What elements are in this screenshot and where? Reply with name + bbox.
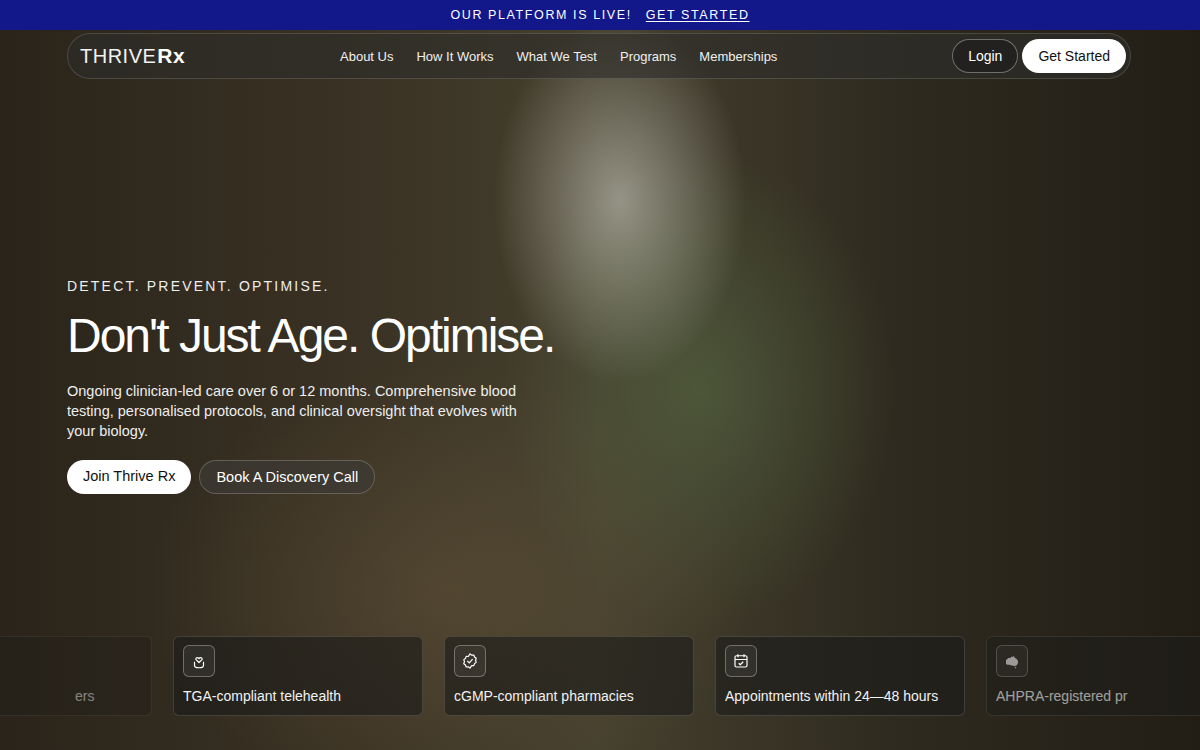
hero-buttons: Join Thrive RxBook A Discovery Call [67, 460, 1200, 494]
hand-heart-icon [183, 645, 215, 677]
nav-link[interactable]: Memberships [699, 49, 777, 64]
banner-text: OUR PLATFORM IS LIVE! [450, 8, 631, 22]
feature-card: cGMP-compliant pharmacies [444, 636, 694, 716]
feature-label: AHPRA-registered pr [996, 688, 1200, 704]
login-button[interactable]: Login [952, 39, 1018, 73]
nav-link[interactable]: Programs [620, 49, 676, 64]
banner-link[interactable]: GET STARTED [646, 8, 750, 22]
logo-word: THRIVE [80, 45, 156, 68]
hero-title: Don't Just Age. Optimise. [67, 308, 1200, 363]
get-started-button[interactable]: Get Started [1022, 39, 1126, 73]
feature-label: ers [75, 688, 142, 704]
feature-card: ers [0, 636, 152, 716]
nav-bar: THRIVERxAbout UsHow It WorksWhat We Test… [67, 33, 1131, 79]
hero-content: THRIVERxAbout UsHow It WorksWhat We Test… [0, 30, 1200, 750]
feature-label: Appointments within 24—48 hours [725, 688, 955, 704]
feature-card: TGA-compliant telehealth [173, 636, 423, 716]
feature-label: cGMP-compliant pharmacies [454, 688, 684, 704]
nav-buttons: LoginGet Started [952, 39, 1126, 73]
feature-card: Appointments within 24—48 hours [715, 636, 965, 716]
features-track: ers TGA-compliant telehealth cGMP-complian… [0, 636, 1200, 716]
announcement-banner: OUR PLATFORM IS LIVE! GET STARTED [0, 0, 1200, 30]
features-carousel: ers TGA-compliant telehealth cGMP-complian… [0, 636, 1200, 716]
hero-section: THRIVERxAbout UsHow It WorksWhat We Test… [0, 30, 1200, 750]
hero-body: Ongoing clinician-led care over 6 or 12 … [67, 381, 547, 441]
nav-link[interactable]: About Us [340, 49, 393, 64]
logo[interactable]: THRIVERx [80, 44, 340, 68]
join-button[interactable]: Join Thrive Rx [67, 460, 191, 494]
nav-link[interactable]: How It Works [416, 49, 493, 64]
australia-map-icon [996, 645, 1028, 677]
calendar-check-icon [725, 645, 757, 677]
check-badge-icon [454, 645, 486, 677]
logo-mark: Rx [157, 44, 185, 68]
discovery-call-button[interactable]: Book A Discovery Call [199, 460, 375, 494]
feature-label: TGA-compliant telehealth [183, 688, 413, 704]
hero-eyebrow: DETECT. PREVENT. OPTIMISE. [67, 278, 1200, 294]
feature-card: AHPRA-registered pr [986, 636, 1200, 716]
nav-link[interactable]: What We Test [517, 49, 597, 64]
hero-copy: DETECT. PREVENT. OPTIMISE. Don't Just Age… [67, 278, 1200, 494]
nav-links: About Us How It Works What We Test Programs… [340, 49, 952, 64]
